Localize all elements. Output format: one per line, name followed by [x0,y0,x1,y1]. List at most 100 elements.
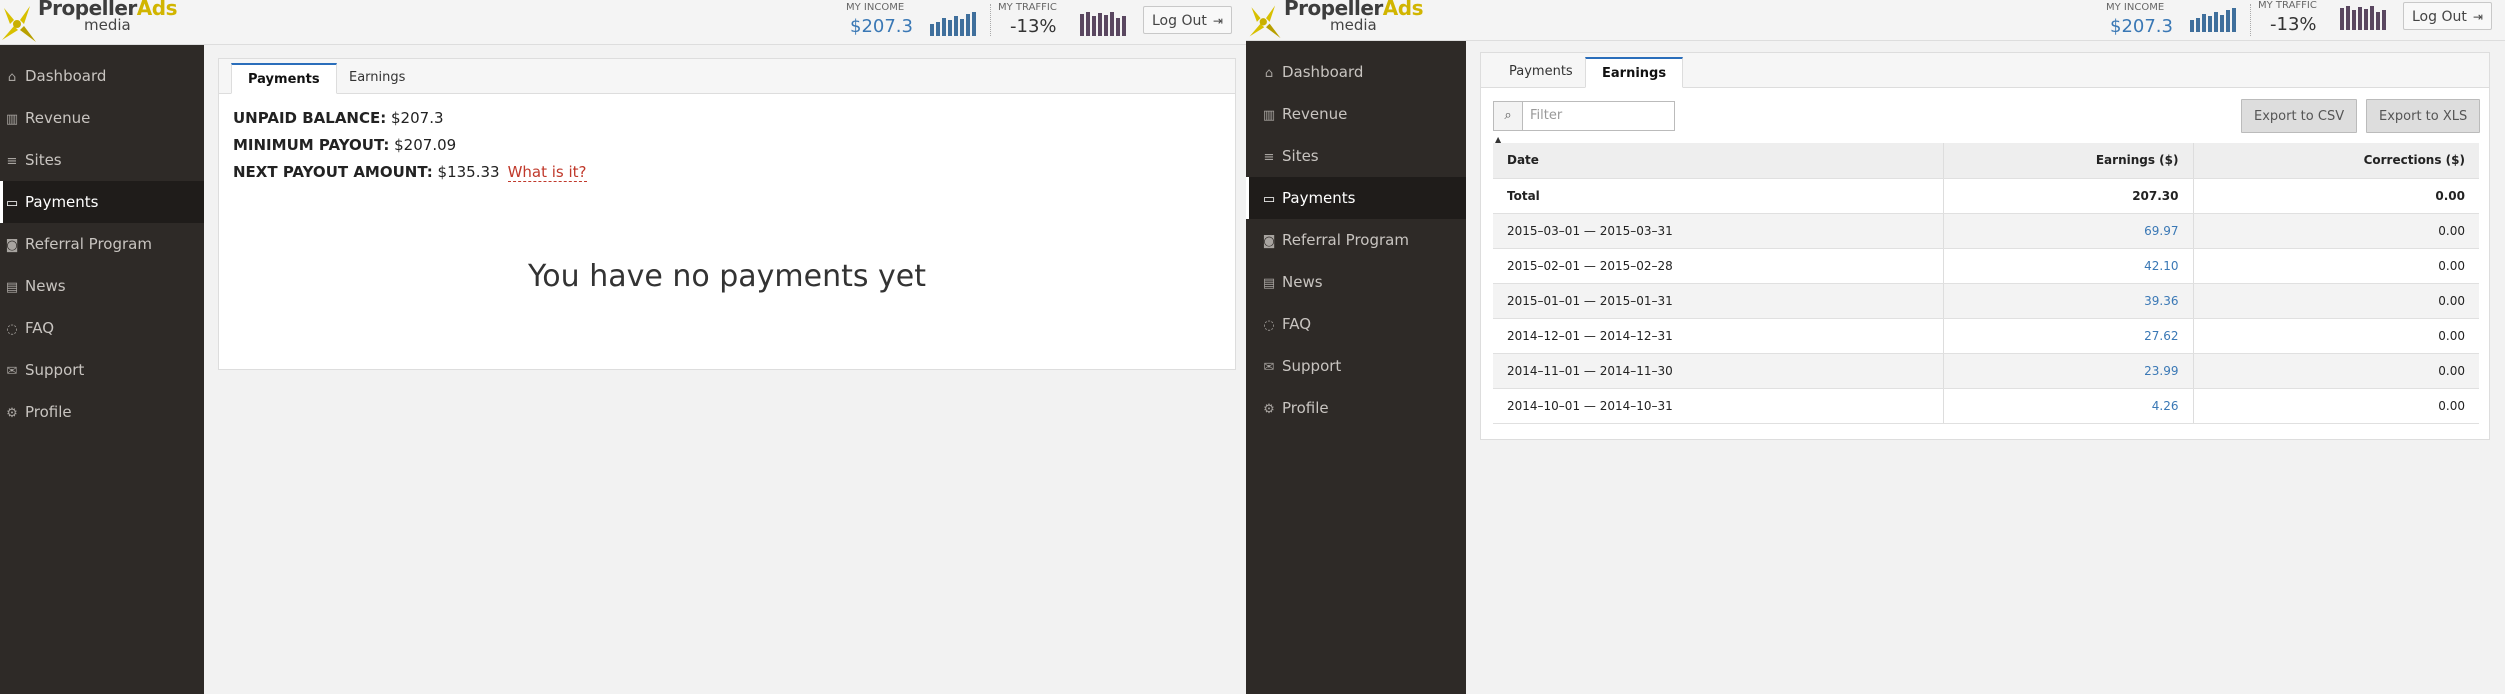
filter-field[interactable]: ⌕ Filter [1493,101,1675,131]
income-bars-icon [2190,6,2236,32]
propellerads-logo[interactable]: PropellerAds media [0,0,200,44]
row-earnings: 23.99 [1943,353,2194,389]
search-icon: ⌕ [1494,102,1523,130]
column-header-corrections[interactable]: Corrections ($) [2193,143,2479,179]
sidebar-item-sites[interactable]: ≡ Sites [0,139,204,181]
table-row: 2014–11–01 — 2014–11–30 23.99 0.00 [1493,353,2479,389]
row-date: 2014–10–01 — 2014–10–31 [1493,388,1944,424]
traffic-label: MY TRAFFIC [998,2,1057,13]
home-icon: ⌂ [7,70,17,85]
sidebar-item-support[interactable]: ✉ Support [1246,345,1466,387]
sidebar-item-revenue[interactable]: ▥ Revenue [0,97,204,139]
sidebar-item-referral-program[interactable]: ◙ Referral Program [0,223,204,265]
list-icon: ≡ [1263,150,1275,165]
row-corrections: 0.00 [2193,318,2479,354]
top-bar: PropellerAds media MY INCOME $207.3 MY T… [0,0,1246,45]
sidebar-item-news[interactable]: ▤ News [0,265,204,307]
logo-sub: media [84,16,131,34]
tab-earnings[interactable]: Earnings [333,63,421,93]
earnings-panel: Payments Earnings ⌕ Filter Export to CSV… [1480,52,2490,440]
sidebar-item-payments[interactable]: ▭ Payments [1246,177,1466,219]
row-date: 2014–11–01 — 2014–11–30 [1493,353,1944,389]
sidebar-item-label: Referral Program [1282,231,1409,249]
sidebar-item-dashboard[interactable]: ⌂ Dashboard [0,55,204,97]
traffic-bars-icon [1080,10,1126,36]
header-divider [2250,4,2251,36]
table-row: 2015–03–01 — 2015–03–31 69.97 0.00 [1493,213,2479,249]
table-row: 2014–12–01 — 2014–12–31 27.62 0.00 [1493,318,2479,354]
sidebar-item-faq[interactable]: ◌ FAQ [0,307,204,349]
next-payout-label: NEXT PAYOUT AMOUNT: [233,163,433,181]
export-xls-button[interactable]: Export to XLS [2366,99,2481,133]
tab-earnings[interactable]: Earnings [1585,57,1684,88]
income-value: $207.3 [2110,16,2173,37]
income-label: MY INCOME [2106,2,2165,13]
sidebar-item-support[interactable]: ✉ Support [0,349,204,391]
row-date: 2014–12–01 — 2014–12–31 [1493,318,1944,354]
money-icon: ◙ [5,238,19,253]
row-corrections: 0.00 [2193,213,2479,249]
list-icon: ≡ [6,154,18,169]
sidebar-item-sites[interactable]: ≡ Sites [1246,135,1466,177]
sidebar-item-faq[interactable]: ◌ FAQ [1246,303,1466,345]
traffic-widget: MY TRAFFIC -13% [998,2,1128,40]
row-earnings: 39.36 [1943,283,2194,319]
sidebar-item-label: Profile [1282,399,1329,417]
tab-payments[interactable]: Payments [231,63,337,94]
row-earnings: 27.62 [1943,318,2194,354]
row-earnings: 69.97 [1943,213,2194,249]
traffic-value: -13% [1010,16,1057,37]
row-date: 2015–01–01 — 2015–01–31 [1493,283,1944,319]
earnings-screen: PropellerAds media MY INCOME $207.3 MY T… [1246,0,2505,694]
credit-card-icon: ▭ [1262,192,1276,207]
logout-button[interactable]: Log Out ⇥ [1143,6,1232,34]
unpaid-balance-value: $207.3 [391,109,444,127]
sidebar: ⌂ Dashboard ▥ Revenue ≡ Sites ▭ Payments ◙ Re… [1246,41,1466,694]
traffic-widget: MY TRAFFIC -13% [2258,0,2388,38]
sidebar-item-label: Profile [25,403,72,421]
comment-icon: ◌ [6,322,18,337]
filter-input[interactable]: Filter [1530,102,1562,130]
bar-chart-icon: ▥ [1262,108,1276,123]
payments-panel: Payments Earnings UNPAID BALANCE: $207.3… [218,58,1236,370]
sidebar-item-label: FAQ [1282,315,1312,333]
logo-sub: media [1330,16,1377,34]
sort-asc-icon: ▲ [1495,135,1502,144]
sidebar-item-revenue[interactable]: ▥ Revenue [1246,93,1466,135]
sidebar-item-label: Revenue [1282,105,1348,123]
sidebar-item-label: Support [1282,357,1342,375]
row-earnings: 4.26 [1943,388,2194,424]
sidebar-item-payments[interactable]: ▭ Payments [0,181,204,223]
sidebar: ⌂ Dashboard ▥ Revenue ≡ Sites ▭ Payments ◙ Re… [0,45,204,694]
sidebar-item-profile[interactable]: ⚙ Profile [1246,387,1466,429]
sidebar-item-label: Dashboard [25,67,107,85]
row-corrections: 0.00 [2193,388,2479,424]
sidebar-item-profile[interactable]: ⚙ Profile [0,391,204,433]
row-corrections: 0.00 [2193,353,2479,389]
column-header-date[interactable]: ▲ Date [1493,135,1944,179]
sidebar-item-label: Payments [25,193,99,211]
sidebar-item-label: Sites [1282,147,1319,165]
empty-payments-message: You have no payments yet [527,259,927,294]
propellerads-logo[interactable]: PropellerAds media [1246,0,1446,44]
top-bar: PropellerAds media MY INCOME $207.3 MY T… [1246,0,2505,41]
column-header-earnings[interactable]: Earnings ($) [1943,143,2194,179]
total-earnings: 207.30 [1943,178,2194,214]
sidebar-item-referral-program[interactable]: ◙ Referral Program [1246,219,1466,261]
tab-payments[interactable]: Payments [1493,57,1589,87]
sidebar-item-dashboard[interactable]: ⌂ Dashboard [1246,51,1466,93]
table-row-total: Total 207.30 0.00 [1493,178,2479,214]
logout-button[interactable]: Log Out ⇥ [2403,2,2492,30]
total-corrections: 0.00 [2193,178,2479,214]
sidebar-item-label: FAQ [25,319,55,337]
minimum-payout-row: MINIMUM PAYOUT: $207.09 [233,136,456,154]
row-earnings: 42.10 [1943,248,2194,284]
table-header-row: ▲ Date Earnings ($) Corrections ($) [1493,135,2479,179]
sidebar-item-news[interactable]: ▤ News [1246,261,1466,303]
envelope-icon: ✉ [6,364,18,379]
row-corrections: 0.00 [2193,283,2479,319]
export-csv-button[interactable]: Export to CSV [2241,99,2358,133]
header-divider [990,4,991,36]
what-is-it-link[interactable]: What is it? [507,163,587,182]
comment-icon: ◌ [1263,318,1275,333]
